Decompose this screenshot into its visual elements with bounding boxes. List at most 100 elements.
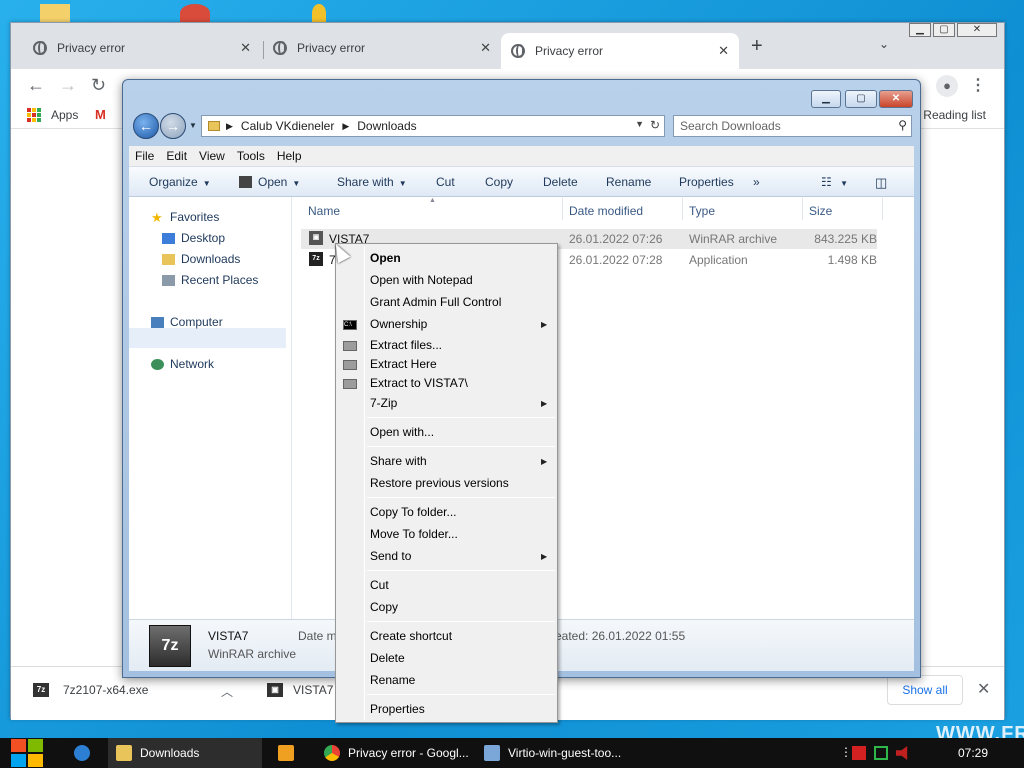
forward-arrow-icon[interactable]: → <box>59 75 77 96</box>
desktop-app-icon[interactable] <box>180 4 210 22</box>
view-options-icon[interactable]: ☷ ▼ <box>821 175 848 189</box>
ctx-restore-previous-versions[interactable]: Restore previous versions <box>370 476 509 490</box>
back-arrow-icon[interactable]: ← <box>27 75 45 96</box>
organize-button[interactable]: Organize ▼ <box>149 175 211 189</box>
explorer-minimize-button[interactable]: ▁ <box>811 90 841 108</box>
column-separator[interactable] <box>882 198 883 220</box>
explorer-close-button[interactable]: ✕ <box>879 90 913 108</box>
network-tray-icon[interactable] <box>874 746 888 760</box>
ctx-send-to[interactable]: Send to <box>370 549 411 563</box>
address-bar[interactable]: ▶ Calub VKdieneler ▶ Downloads ▼ ↻ <box>201 115 665 137</box>
column-separator[interactable] <box>682 198 683 220</box>
more-commands-icon[interactable]: » <box>753 175 760 189</box>
address-dropdown-icon[interactable]: ▼ <box>635 119 644 129</box>
ctx-create-shortcut[interactable]: Create shortcut <box>370 629 452 643</box>
column-header-type[interactable]: Type <box>689 204 715 218</box>
cut-button[interactable]: Cut <box>436 175 455 189</box>
tab-privacy-error-3[interactable]: Privacy error ✕ <box>501 33 739 69</box>
apps-grid-icon[interactable] <box>27 108 41 122</box>
ctx-properties[interactable]: Properties <box>370 702 425 716</box>
column-header-date-modified[interactable]: Date modified <box>569 204 643 218</box>
share-with-button[interactable]: Share with ▼ <box>337 175 407 189</box>
nav-computer[interactable]: Computer <box>151 315 223 329</box>
column-header-name[interactable]: Name <box>308 204 340 218</box>
menu-tools[interactable]: Tools <box>231 149 271 163</box>
preview-pane-icon[interactable]: ◫ <box>875 175 887 191</box>
column-separator[interactable] <box>802 198 803 220</box>
breadcrumb-downloads[interactable]: Downloads <box>357 119 416 133</box>
copy-button[interactable]: Copy <box>485 175 513 189</box>
clock[interactable]: 07:29 <box>958 746 988 760</box>
column-header-size[interactable]: Size <box>809 204 832 218</box>
delete-button[interactable]: Delete <box>543 175 578 189</box>
ctx-extract-files[interactable]: Extract files... <box>370 338 442 352</box>
nav-desktop[interactable]: Desktop <box>162 231 225 245</box>
breadcrumb-separator-icon[interactable]: ▶ <box>226 121 233 132</box>
ctx-open[interactable]: Open <box>370 251 401 265</box>
refresh-icon[interactable]: ↻ <box>650 118 660 132</box>
nav-network[interactable]: Network <box>151 357 214 371</box>
ctx-cut[interactable]: Cut <box>370 578 389 592</box>
breadcrumb-separator-icon[interactable]: ▶ <box>342 121 349 132</box>
download-item[interactable]: ▣ VISTA7 <box>267 683 333 697</box>
tab-privacy-error-2[interactable]: Privacy error ✕ <box>263 33 501 63</box>
taskbar-downloads[interactable]: Downloads <box>108 738 262 768</box>
search-icon[interactable]: ⚲ <box>898 118 907 132</box>
chevron-up-icon[interactable]: ︿ <box>221 683 233 700</box>
nav-favorites[interactable]: ★ Favorites <box>151 210 219 224</box>
nav-downloads[interactable]: Downloads <box>162 252 240 266</box>
taskbar-virtio[interactable]: Virtio-win-guest-too... <box>476 738 636 768</box>
menu-edit[interactable]: Edit <box>160 149 193 163</box>
start-button[interactable] <box>10 739 43 767</box>
ctx-ownership[interactable]: Ownership <box>370 317 427 331</box>
ctx-7zip[interactable]: 7-Zip <box>370 396 397 410</box>
ctx-open-with[interactable]: Open with... <box>370 425 434 439</box>
profile-avatar-icon[interactable]: ● <box>936 75 958 97</box>
open-button[interactable]: Open ▼ <box>239 175 300 189</box>
taskbar-ie[interactable] <box>66 738 100 768</box>
close-downloads-bar-icon[interactable]: ✕ <box>977 679 990 699</box>
ctx-move-to-folder[interactable]: Move To folder... <box>370 527 458 541</box>
volume-muted-icon[interactable] <box>896 746 908 760</box>
ctx-rename[interactable]: Rename <box>370 673 415 687</box>
ctx-open-with-notepad[interactable]: Open with Notepad <box>370 273 473 287</box>
chrome-menu-icon[interactable]: ⋮ <box>970 75 986 95</box>
rename-button[interactable]: Rename <box>606 175 651 189</box>
ctx-copy[interactable]: Copy <box>370 600 398 614</box>
ctx-extract-here[interactable]: Extract Here <box>370 357 437 371</box>
ctx-grant-admin[interactable]: Grant Admin Full Control <box>370 295 501 309</box>
recent-pages-dropdown-icon[interactable]: ▼ <box>189 121 197 130</box>
chrome-maximize-button[interactable]: ▢ <box>933 23 955 37</box>
reading-list-button[interactable]: Reading list <box>923 108 986 122</box>
tray-overflow-icon[interactable]: ⋮ <box>840 746 852 760</box>
new-tab-button[interactable]: + <box>751 35 763 58</box>
tab-close-icon[interactable]: ✕ <box>480 40 491 56</box>
tab-search-icon[interactable]: ⌄ <box>879 37 889 51</box>
back-arrow-icon[interactable]: ← <box>133 113 159 139</box>
taskbar-media-player[interactable] <box>270 738 310 768</box>
explorer-maximize-button[interactable]: ▢ <box>845 90 877 108</box>
bookmark-apps[interactable]: Apps <box>51 108 78 122</box>
tab-close-icon[interactable]: ✕ <box>240 40 251 56</box>
ctx-share-with[interactable]: Share with <box>370 454 427 468</box>
desktop-vlc-icon[interactable] <box>312 4 326 22</box>
breadcrumb-user[interactable]: Calub VKdieneler <box>241 119 334 133</box>
menu-help[interactable]: Help <box>271 149 308 163</box>
show-all-button[interactable]: Show all <box>887 675 963 705</box>
tab-close-icon[interactable]: ✕ <box>718 43 729 59</box>
forward-arrow-icon[interactable]: → <box>160 113 186 139</box>
ctx-copy-to-folder[interactable]: Copy To folder... <box>370 505 457 519</box>
nav-recent-places[interactable]: Recent Places <box>162 273 258 287</box>
column-separator[interactable] <box>562 198 563 220</box>
chrome-close-button[interactable]: ✕ <box>957 23 997 37</box>
menu-view[interactable]: View <box>193 149 231 163</box>
search-input[interactable]: Search Downloads ⚲ <box>673 115 912 137</box>
chrome-minimize-button[interactable]: ▁ <box>909 23 931 37</box>
reload-icon[interactable]: ↻ <box>91 75 106 96</box>
gmail-icon[interactable]: M <box>95 107 106 122</box>
properties-button[interactable]: Properties <box>679 175 734 189</box>
flag-icon[interactable] <box>852 746 866 760</box>
menu-file[interactable]: File <box>129 149 160 163</box>
tab-privacy-error-1[interactable]: Privacy error ✕ <box>23 33 261 63</box>
desktop-folder-icon[interactable] <box>40 4 70 22</box>
